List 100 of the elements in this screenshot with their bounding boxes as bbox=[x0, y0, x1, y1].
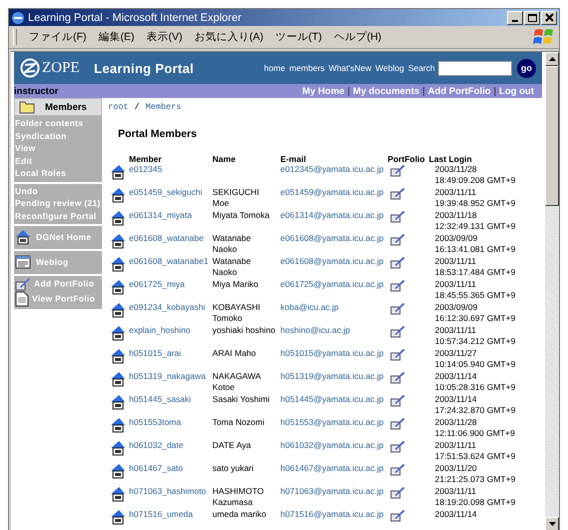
member-link[interactable]: e061608_watanabe bbox=[127, 233, 210, 256]
member-link[interactable]: h051319_nakagawa bbox=[127, 371, 210, 394]
portfolio-icon[interactable] bbox=[390, 486, 406, 499]
nav-link[interactable]: What'sNew bbox=[328, 63, 372, 73]
email-link[interactable]: h051445@yamata.icu.ac.jp bbox=[278, 394, 386, 417]
user-link[interactable]: My documents bbox=[352, 86, 420, 96]
member-link[interactable]: h061467_sato bbox=[127, 463, 210, 486]
portfolio-icon[interactable] bbox=[390, 325, 406, 338]
member-link[interactable]: explain_hoshino bbox=[127, 325, 210, 348]
email-link[interactable]: h061032@yamata.icu.ac.jp bbox=[278, 440, 386, 463]
table-cell: 10:14:05.940 GMT+9 bbox=[434, 358, 516, 369]
table-cell-text: 2003/11/14 bbox=[434, 371, 478, 382]
member-link[interactable]: h061032_date bbox=[127, 440, 210, 463]
breadcrumb-link[interactable]: Members bbox=[146, 102, 182, 112]
sidebar-title[interactable]: Members bbox=[14, 98, 102, 116]
table-cell-text: umeda mariko bbox=[211, 509, 268, 521]
close-button[interactable] bbox=[541, 10, 557, 24]
member-link[interactable]: e051459_sekiguchi bbox=[127, 187, 210, 210]
email-link[interactable]: e012345@yamata.icu.ac.jp bbox=[278, 164, 386, 187]
browser-icon bbox=[11, 10, 25, 24]
nav-link[interactable]: Weblog bbox=[375, 63, 404, 73]
go-button[interactable]: go bbox=[517, 58, 536, 78]
menu-item[interactable]: ヘルプ(H) bbox=[328, 30, 388, 44]
menu-item[interactable]: ファイル(F) bbox=[23, 30, 92, 44]
email-link[interactable]: e051459@yamata.icu.ac.jp bbox=[278, 187, 386, 210]
email-link[interactable]: koba@icu.ac.jp bbox=[278, 302, 386, 325]
member-link[interactable]: h071516_umeda bbox=[127, 509, 210, 530]
email-link[interactable]: h051319@yamata.icu.ac.jp bbox=[278, 371, 386, 394]
member-link[interactable]: h051553toma bbox=[127, 417, 210, 440]
table-cell: 16:13:41.081 GMT+9 bbox=[434, 244, 516, 254]
house-icon bbox=[111, 509, 125, 525]
separator: | bbox=[347, 86, 350, 96]
member-link[interactable]: e061314_miyata bbox=[127, 210, 210, 233]
member-link[interactable]: h051015_arai bbox=[127, 348, 210, 371]
table-cell-text: 2003/11/28 bbox=[434, 164, 478, 174]
email-link[interactable]: e061608@yamata.icu.ac.jp bbox=[278, 256, 386, 279]
menu-item[interactable]: お気に入り(A) bbox=[188, 30, 270, 44]
member-link[interactable]: e012345 bbox=[127, 164, 210, 187]
table-cell-text: 2003/11/11 bbox=[434, 187, 478, 198]
house-icon bbox=[111, 394, 125, 410]
email-link[interactable]: h071516@yamata.icu.ac.jp bbox=[278, 509, 386, 530]
menu-item[interactable]: 編集(E) bbox=[92, 30, 140, 44]
maximize-button[interactable] bbox=[524, 10, 540, 24]
search-field[interactable] bbox=[438, 60, 512, 76]
email-link[interactable]: e061725@yamata.icu.ac.jp bbox=[278, 279, 386, 302]
portfolio-icon[interactable] bbox=[390, 302, 406, 315]
portfolio-icon[interactable] bbox=[390, 394, 406, 407]
member-link[interactable]: h071063_hashimoto bbox=[127, 486, 210, 509]
logo-text: ZOPE bbox=[42, 60, 80, 76]
email-link[interactable]: hoshino@icu.ac.jp bbox=[278, 325, 386, 348]
portfolio-icon[interactable] bbox=[390, 417, 406, 430]
table-cell-text: Miyata Tomoka bbox=[211, 210, 270, 222]
portfolio-icon[interactable] bbox=[390, 440, 406, 453]
minimize-button[interactable] bbox=[507, 10, 523, 24]
portfolio-icon[interactable] bbox=[390, 463, 406, 476]
scroll-bar[interactable] bbox=[545, 52, 559, 530]
breadcrumb-link[interactable]: root bbox=[108, 102, 128, 112]
email-link[interactable]: h061467@yamata.icu.ac.jp bbox=[278, 463, 386, 486]
member-link[interactable]: e061725_miya bbox=[127, 279, 210, 302]
user-link[interactable]: Add PortFolio bbox=[428, 86, 491, 96]
table-cell-text: 2003/11/14 bbox=[434, 509, 478, 520]
house-icon bbox=[15, 229, 31, 245]
portfolio-icon[interactable] bbox=[390, 348, 406, 361]
nav-link[interactable]: home bbox=[264, 63, 286, 73]
nav-link[interactable]: members bbox=[289, 63, 325, 73]
member-link[interactable]: h051445_sasaki bbox=[127, 394, 210, 417]
table-cell-text: SEKIGUCHI Moe bbox=[211, 187, 260, 210]
pen-icon bbox=[15, 277, 31, 291]
email-link[interactable]: e061314@yamata.icu.ac.jp bbox=[278, 210, 386, 233]
email-link[interactable]: h071063@yamata.icu.ac.jp bbox=[278, 486, 386, 509]
table-cell-text: 2003/09/09 bbox=[434, 233, 478, 244]
portfolio-icon[interactable] bbox=[390, 187, 406, 200]
table-cell-text: NAKAGAWA Kotoe bbox=[211, 371, 262, 394]
table-cell-text: 2003/11/11 bbox=[434, 486, 478, 496]
nav-link[interactable]: Search bbox=[408, 63, 435, 73]
house-icon bbox=[111, 463, 125, 479]
table-cell-text: 2003/11/11 bbox=[434, 256, 478, 266]
menu-item[interactable]: 表示(V) bbox=[140, 30, 188, 44]
email-link[interactable]: h051015@yamata.icu.ac.jp bbox=[278, 348, 386, 371]
table-cell-text: 2003/11/20 bbox=[434, 463, 478, 474]
zope-logo-icon bbox=[20, 58, 40, 78]
house-icon bbox=[111, 256, 125, 272]
house-icon bbox=[111, 417, 125, 433]
portfolio-icon[interactable] bbox=[390, 210, 406, 223]
portfolio-icon[interactable] bbox=[390, 164, 406, 177]
user-link[interactable]: Log out bbox=[499, 86, 534, 96]
member-link[interactable]: e061608_watanabe1 bbox=[127, 256, 210, 279]
table-cell-text: 2003/11/14 bbox=[434, 394, 478, 404]
email-link[interactable]: h051553@yamata.icu.ac.jp bbox=[278, 417, 386, 440]
member-link[interactable]: e091234_kobayashi bbox=[127, 302, 210, 325]
user-link[interactable]: My Home bbox=[302, 86, 344, 96]
menu-item[interactable]: ツール(T) bbox=[269, 30, 328, 44]
table-cell-text: sato yukari bbox=[211, 463, 255, 475]
portfolio-icon[interactable] bbox=[390, 233, 406, 246]
portfolio-icon[interactable] bbox=[390, 256, 406, 269]
portfolio-icon[interactable] bbox=[390, 279, 406, 292]
portfolio-icon[interactable] bbox=[390, 509, 406, 522]
window-title: Learning Portal - Microsoft Internet Explorer bbox=[28, 12, 242, 24]
portfolio-icon[interactable] bbox=[390, 371, 406, 384]
email-link[interactable]: e061608@yamata.icu.ac.jp bbox=[278, 233, 386, 256]
